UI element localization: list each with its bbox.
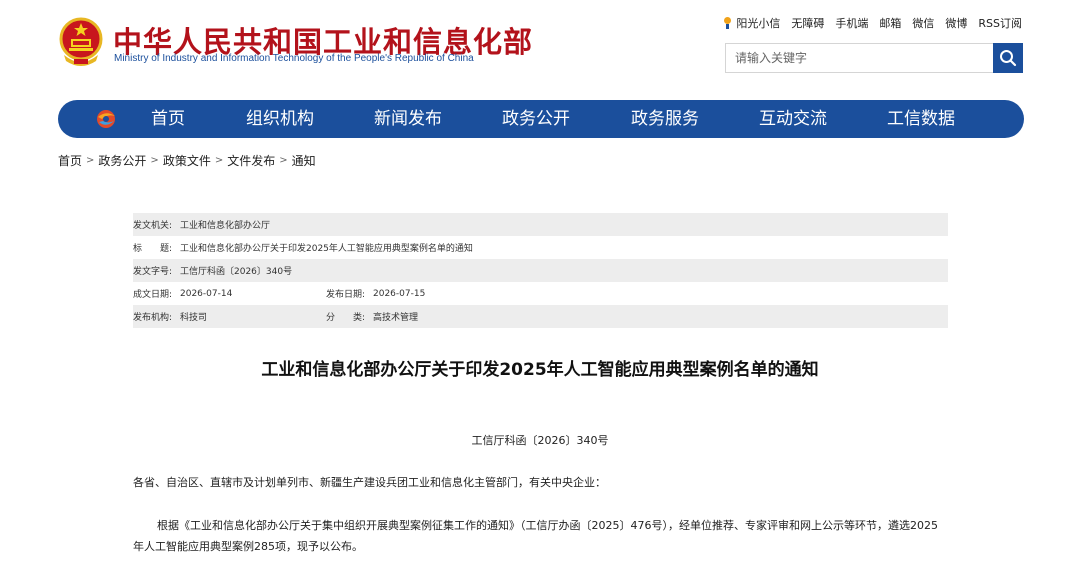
meta-category-value: 高技术管理: [373, 313, 419, 323]
search-input[interactable]: [725, 43, 993, 73]
nav-interaction[interactable]: 互动交流: [759, 100, 827, 138]
breadcrumb-separator: >: [86, 155, 95, 166]
breadcrumb-separator: >: [279, 155, 288, 166]
nav-news[interactable]: 新闻发布: [374, 100, 442, 138]
toplink-wechat[interactable]: 微信: [912, 15, 934, 31]
meta-issuer-value: 工业和信息化部办公厅: [180, 221, 271, 231]
toplink-rss[interactable]: RSS订阅: [978, 15, 1022, 31]
site-subtitle: Ministry of Industry and Information Tec…: [114, 53, 474, 64]
sunshine-icon: [722, 17, 732, 29]
breadcrumb-separator: >: [150, 155, 159, 166]
meta-published-value: 2026-07-15: [373, 288, 426, 299]
toplink-sunshine[interactable]: 阳光小信: [722, 15, 780, 31]
breadcrumb-publish[interactable]: 文件发布: [227, 152, 275, 169]
toplink-accessibility[interactable]: 无障碍: [791, 15, 824, 31]
search-icon: [1000, 50, 1017, 67]
document-meta-table: 发文机关: 工业和信息化部办公厅 标 题: 工业和信息化部办公厅关于印发2025…: [133, 213, 948, 328]
breadcrumb-policy[interactable]: 政策文件: [163, 152, 211, 169]
meta-row-dates: 成文日期: 2026-07-14 发布日期: 2026-07-15: [133, 282, 948, 305]
meta-title-label: 标 题:: [133, 244, 173, 254]
national-emblem-icon[interactable]: [58, 17, 104, 67]
nav-home[interactable]: 首页: [151, 100, 185, 138]
toplink-mailbox[interactable]: 邮箱: [879, 15, 901, 31]
search-button[interactable]: [993, 43, 1023, 73]
meta-row-issuer: 发文机关: 工业和信息化部办公厅: [133, 213, 948, 236]
meta-category-label: 分 类:: [326, 313, 366, 323]
main-nav: 首页 组织机构 新闻发布 政务公开 政务服务 互动交流 工信数据: [58, 100, 1024, 138]
article-title: 工业和信息化部办公厅关于印发2025年人工智能应用典型案例名单的通知: [261, 360, 819, 380]
meta-published-label: 发布日期:: [326, 290, 366, 300]
miit-logo-icon[interactable]: [94, 108, 118, 130]
article-paragraph: 根据《工业和信息化部办公厅关于集中组织开展典型案例征集工作的通知》（工信厅办函〔…: [133, 519, 938, 553]
meta-created-value: 2026-07-14: [180, 288, 233, 299]
breadcrumb-separator: >: [214, 155, 224, 166]
top-links: 阳光小信 无障碍 手机端 邮箱 微信 微博 RSS订阅: [722, 15, 1022, 31]
toplink-mobile[interactable]: 手机端: [835, 15, 868, 31]
site-header: 中华人民共和国工业和信息化部 Ministry of Industry and …: [0, 0, 1080, 95]
nav-organization[interactable]: 组织机构: [246, 100, 314, 138]
meta-issuer-label: 发文机关:: [133, 221, 173, 231]
toplink-label: 阳光小信: [736, 17, 781, 30]
meta-docno-label: 发文字号:: [133, 267, 173, 277]
breadcrumb-home[interactable]: 首页: [58, 152, 82, 169]
meta-row-title: 标 题: 工业和信息化部办公厅关于印发2025年人工智能应用典型案例名单的通知: [133, 236, 948, 259]
nav-gov-services[interactable]: 政务服务: [631, 100, 699, 138]
article-recipients: 各省、自治区、直辖市及计划单列市、新疆生产建设兵团工业和信息化主管部门，有关中央…: [133, 476, 606, 489]
meta-title-value: 工业和信息化部办公厅关于印发2025年人工智能应用典型案例名单的通知: [180, 244, 473, 254]
meta-org-label: 发布机构:: [133, 313, 173, 323]
meta-created-label: 成文日期:: [133, 290, 173, 300]
nav-data[interactable]: 工信数据: [887, 100, 955, 138]
breadcrumb: 首页 > 政务公开 > 政策文件 > 文件发布 > 通知: [58, 152, 316, 169]
toplink-weibo[interactable]: 微博: [945, 15, 967, 31]
meta-row-org: 发布机构: 科技司 分 类: 高技术管理: [133, 305, 948, 328]
meta-docno-value: 工信厅科函〔2026〕340号: [180, 267, 293, 277]
breadcrumb-current: 通知: [291, 154, 316, 168]
nav-gov-affairs[interactable]: 政务公开: [502, 100, 570, 138]
meta-row-docno: 发文字号: 工信厅科函〔2026〕340号: [133, 259, 948, 282]
breadcrumb-gov-affairs[interactable]: 政务公开: [98, 152, 146, 169]
meta-org-value: 科技司: [180, 313, 208, 323]
article-doc-number: 工信厅科函〔2026〕340号: [471, 434, 609, 447]
